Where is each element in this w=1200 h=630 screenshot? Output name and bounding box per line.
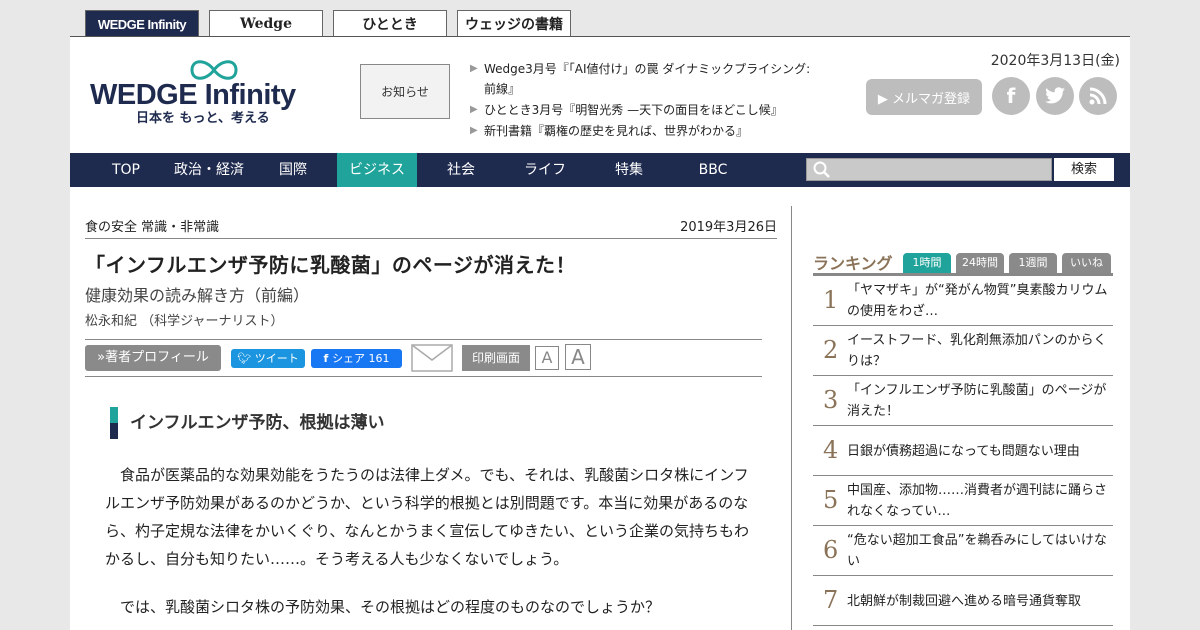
main-nav: TOP 政治・経済 国際 ビジネス 社会 ライフ 特集 BBC 検索 bbox=[70, 153, 1130, 187]
heading-accent-bar bbox=[110, 407, 118, 423]
nav-top[interactable]: TOP bbox=[98, 153, 154, 187]
ranking-item[interactable]: 3 「インフルエンザ予防に乳酸菌」のページが消えた！ bbox=[813, 376, 1113, 426]
article-meta: 食の安全 常識・非常識 2019年3月26日 bbox=[85, 216, 777, 239]
font-size-large-button[interactable]: A bbox=[565, 344, 591, 370]
font-size-small-button[interactable]: A bbox=[535, 346, 559, 370]
site-tab-wedge-infinity[interactable]: WEDGE Infinity bbox=[85, 10, 199, 37]
triangle-icon: ▶ bbox=[470, 63, 478, 74]
article-date: 2019年3月26日 bbox=[680, 220, 777, 235]
ranking-tab-1h[interactable]: 1時間 bbox=[903, 253, 951, 273]
nav-society[interactable]: 社会 bbox=[434, 153, 488, 187]
nav-business[interactable]: ビジネス bbox=[337, 153, 417, 187]
notice-label: お知らせ bbox=[360, 64, 450, 119]
column-divider bbox=[791, 206, 792, 630]
share-toolbar: »著者プロフィール 🐦︎ ツイート f シェア 161 印刷画面 A A bbox=[85, 339, 762, 377]
ranking-item[interactable]: 6 “危ない超加工食品”を鵜呑みにしてはいけない bbox=[813, 526, 1113, 576]
facebook-icon[interactable]: f bbox=[992, 77, 1030, 115]
facebook-share-button[interactable]: f シェア 161 bbox=[311, 349, 402, 368]
ranking-item[interactable]: 4 日銀が債務超過になっても問題ない理由 bbox=[813, 426, 1113, 476]
triangle-icon: ▶ bbox=[470, 104, 478, 115]
header: WEDGE Infinity 日本を もっと、考える お知らせ ▶ Wedge3月… bbox=[70, 37, 1130, 153]
ranking-item[interactable]: 7 北朝鮮が制裁回避へ進める暗号通貨奪取 bbox=[813, 576, 1113, 626]
site-tab-books[interactable]: ウェッジの書籍 bbox=[457, 10, 571, 37]
article-author: 松永和紀 （科学ジャーナリスト） bbox=[85, 314, 284, 329]
logo-tagline: 日本を もっと、考える bbox=[136, 111, 270, 126]
article-title: 「インフルエンザ予防に乳酸菌」のページが消えた！ bbox=[85, 253, 576, 277]
print-button[interactable]: 印刷画面 bbox=[462, 345, 530, 371]
article-category[interactable]: 食の安全 常識・非常識 bbox=[85, 216, 219, 235]
ranking-item[interactable]: 1 「ヤマザキ」が“発がん物質”臭素酸カリウムの使用をわざ… bbox=[813, 276, 1113, 326]
ranking-panel: ランキング 1時間 24時間 1週間 いいね 1 「ヤマザキ」が“発がん物質”臭素… bbox=[813, 250, 1113, 626]
news-item[interactable]: ▶ 新刊書籍『覇権の歴史を見れば、世界がわかる』 bbox=[470, 121, 820, 141]
site-tabs: WEDGE Infinity Wedge ひととき ウェッジの書籍 bbox=[85, 10, 571, 37]
search-icon bbox=[813, 161, 830, 178]
author-profile-button[interactable]: »著者プロフィール bbox=[85, 345, 221, 371]
nav-bbc[interactable]: BBC bbox=[686, 153, 740, 187]
section-heading: インフルエンザ予防、根拠は薄い bbox=[110, 407, 777, 439]
ranking-header: ランキング 1時間 24時間 1週間 いいね bbox=[813, 250, 1113, 276]
site-tab-hitotoki[interactable]: ひととき bbox=[333, 10, 447, 37]
facebook-icon: f bbox=[323, 352, 333, 365]
ranking-tab-1w[interactable]: 1週間 bbox=[1009, 253, 1057, 273]
nav-life[interactable]: ライフ bbox=[516, 153, 574, 187]
ranking-tab-24h[interactable]: 24時間 bbox=[956, 253, 1004, 273]
article-paragraph: では、乳酸菌シロタ株の予防効果、その根拠はどの程度のものなのでしょうか？ bbox=[120, 598, 661, 616]
ranking-item[interactable]: 5 中国産、添加物……消費者が週刊誌に踊らされなくなってい… bbox=[813, 476, 1113, 526]
ranking-item[interactable]: 2 イーストフード、乳化剤無添加パンのからくりは？ bbox=[813, 326, 1113, 376]
article-paragraph: 食品が医薬品的な効果効能をうたうのは法律上ダメ。でも、それは、乳酸菌シロタ株にイ… bbox=[105, 466, 749, 568]
heading-accent-bar bbox=[110, 423, 118, 439]
article: 食の安全 常識・非常識 2019年3月26日 「インフルエンザ予防に乳酸菌」のペ… bbox=[85, 216, 777, 621]
nav-politics-economy[interactable]: 政治・経済 bbox=[168, 153, 250, 187]
news-item[interactable]: ▶ Wedge3月号『「AI値付け」の罠 ダイナミックプライシング: 前線』 bbox=[470, 59, 820, 99]
nav-international[interactable]: 国際 bbox=[266, 153, 320, 187]
rss-icon[interactable] bbox=[1079, 77, 1117, 115]
current-date: 2020年3月13日(金) bbox=[990, 53, 1120, 69]
ranking-list: 1 「ヤマザキ」が“発がん物質”臭素酸カリウムの使用をわざ… 2 イーストフード、乳… bbox=[813, 276, 1113, 626]
ranking-title: ランキング bbox=[813, 254, 893, 273]
mail-icon[interactable] bbox=[411, 344, 453, 372]
tweet-button[interactable]: 🐦︎ ツイート bbox=[231, 349, 305, 368]
article-subtitle: 健康効果の読み解き方（前編） bbox=[85, 286, 310, 305]
site-logo[interactable]: WEDGE Infinity 日本を もっと、考える bbox=[88, 55, 318, 126]
mail-magazine-button[interactable]: ▶ メルマガ登録 bbox=[866, 79, 982, 115]
ranking-tab-likes[interactable]: いいね bbox=[1062, 253, 1111, 273]
site-tab-wedge[interactable]: Wedge bbox=[209, 10, 323, 37]
twitter-bird-icon: 🐦︎ bbox=[237, 352, 255, 365]
triangle-icon: ▶ bbox=[470, 125, 478, 136]
nav-features[interactable]: 特集 bbox=[602, 153, 656, 187]
twitter-icon[interactable] bbox=[1036, 77, 1074, 115]
search-button[interactable]: 検索 bbox=[1054, 158, 1114, 181]
news-item[interactable]: ▶ ひととき3月号『明智光秀 —天下の面目をほどこし候』 bbox=[470, 100, 820, 120]
search-input[interactable] bbox=[806, 158, 1052, 181]
news-list: ▶ Wedge3月号『「AI値付け」の罠 ダイナミックプライシング: 前線』 ▶ ひ… bbox=[470, 59, 820, 141]
